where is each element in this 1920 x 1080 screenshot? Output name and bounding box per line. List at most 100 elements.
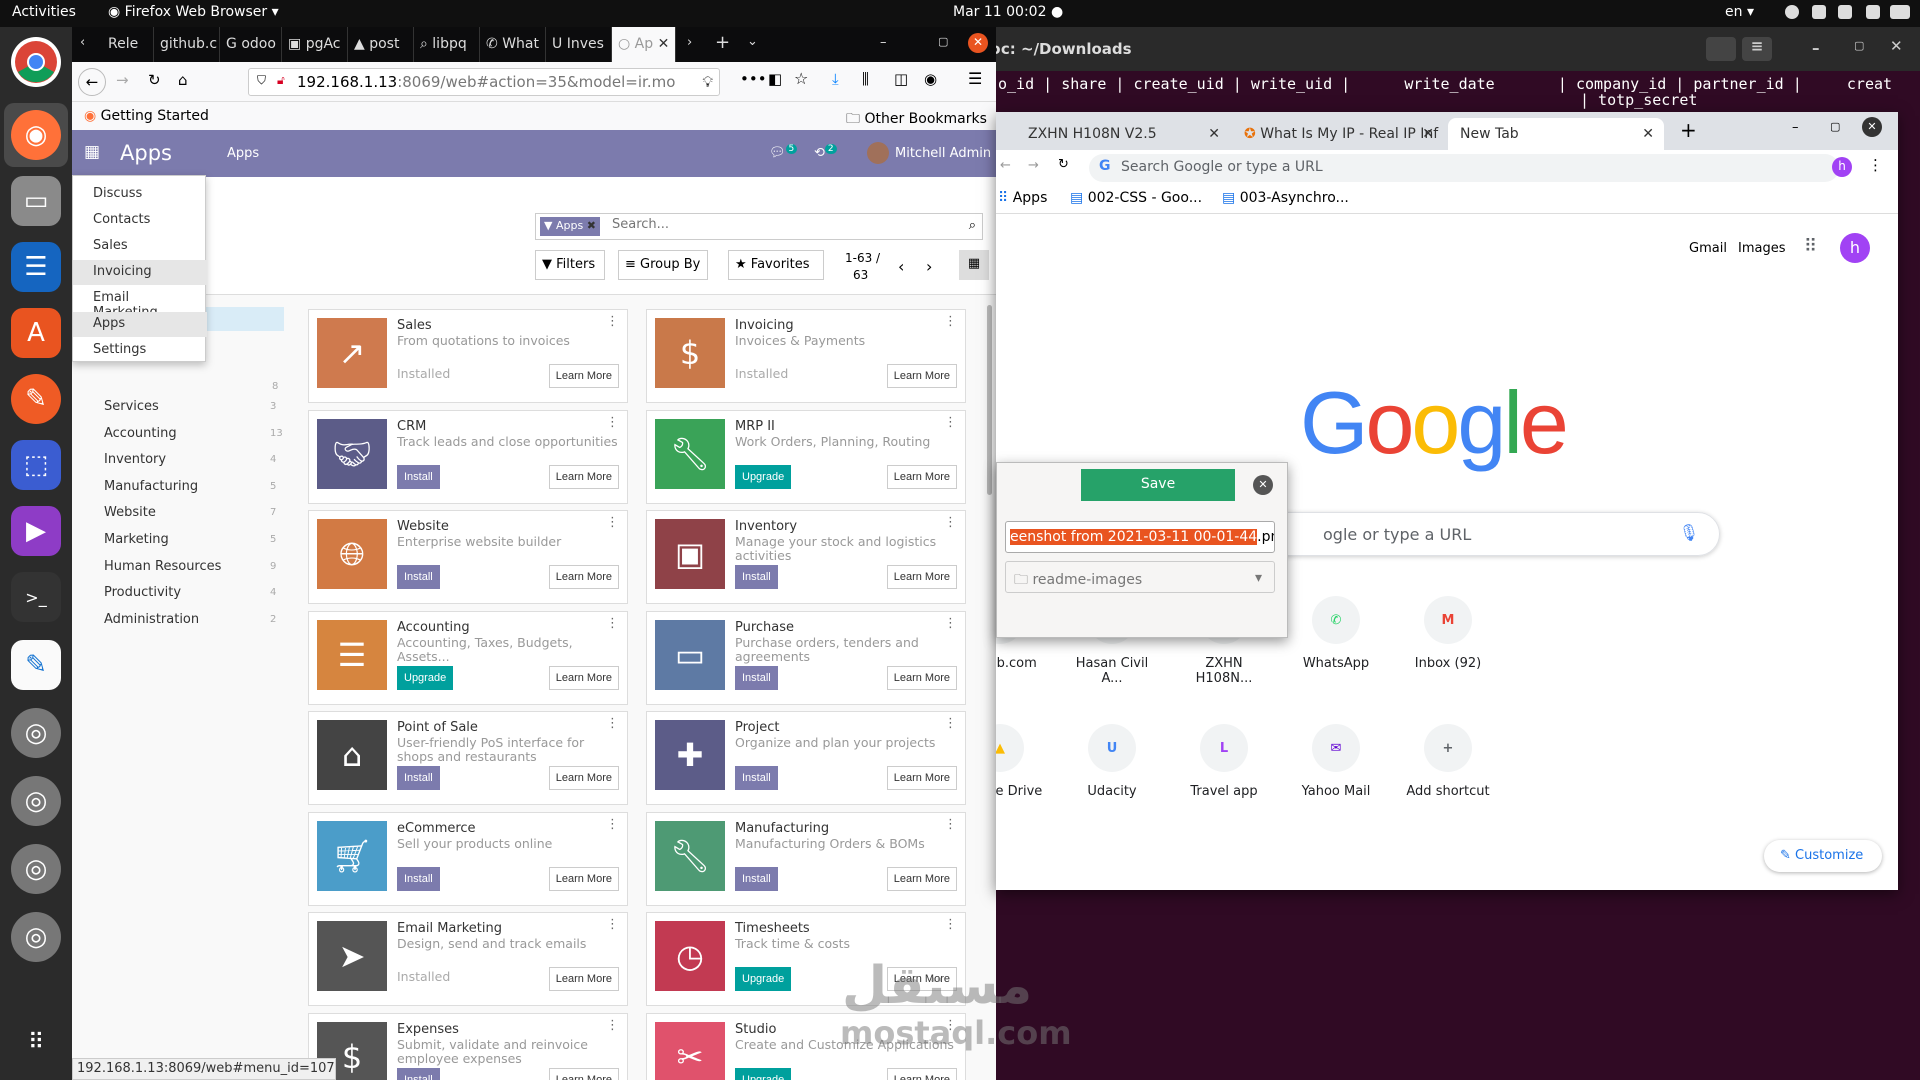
- library-icon[interactable]: ⫼: [862, 70, 869, 88]
- learn-more-button[interactable]: Learn More: [886, 464, 957, 489]
- app-card-email-marketing[interactable]: ➤ Email Marketing Design, send and track e…: [308, 912, 628, 1006]
- omnibox[interactable]: G Search Google or type a URL: [1089, 154, 1839, 182]
- sidebar-item-administration[interactable]: Administration: [104, 612, 199, 627]
- activity-icon[interactable]: ⟲ 2: [814, 144, 837, 160]
- learn-more-button[interactable]: Learn More: [548, 364, 619, 388]
- customize-button[interactable]: ✎ Customize: [1764, 840, 1882, 872]
- text-editor-icon[interactable]: ✎: [11, 640, 61, 690]
- install-button[interactable]: Install: [397, 464, 440, 489]
- list-tabs-icon[interactable]: ⌄: [747, 34, 758, 49]
- search-icon[interactable]: [1706, 37, 1736, 61]
- tabs-scroll-right-icon[interactable]: ›: [687, 35, 692, 50]
- account-icon[interactable]: ◉: [924, 70, 937, 88]
- shortcut-tile[interactable]: + Add shortcut: [1402, 724, 1494, 799]
- gmail-link[interactable]: Gmail: [1689, 241, 1727, 256]
- tab[interactable]: ⌕ libpq: [414, 27, 480, 62]
- shortcut-tile[interactable]: L Travel app: [1178, 724, 1270, 799]
- tab[interactable]: github.c: [154, 27, 220, 62]
- menu-item-settings[interactable]: Settings: [73, 338, 207, 363]
- tab[interactable]: ▣ pgAc: [282, 27, 348, 62]
- activities-button[interactable]: Activities: [12, 4, 76, 20]
- back-icon[interactable]: ←: [1000, 158, 1011, 173]
- group-by-button[interactable]: ≡ Group By: [618, 250, 708, 280]
- vibrate-icon[interactable]: [1838, 5, 1852, 19]
- writer-icon[interactable]: ☰: [11, 242, 61, 292]
- learn-more-button[interactable]: Learn More: [886, 565, 957, 589]
- app-card-sales[interactable]: ↗ Sales From quotations to invoices Install…: [308, 309, 628, 403]
- folder-select[interactable]: 🗀︎ readme-images ▾: [1005, 561, 1275, 593]
- search-input[interactable]: [612, 217, 942, 232]
- disk-icon[interactable]: ◎: [11, 912, 61, 962]
- kebab-menu-icon[interactable]: ⋮: [944, 917, 957, 932]
- close-icon[interactable]: ✕: [1253, 475, 1273, 495]
- kebab-menu-icon[interactable]: ⋮: [944, 415, 957, 430]
- forward-icon[interactable]: →: [116, 71, 129, 89]
- clock[interactable]: Mar 11 00:02 ●: [953, 4, 1063, 20]
- reload-icon[interactable]: ↻: [148, 71, 161, 89]
- scrollbar[interactable]: [987, 305, 992, 495]
- bookmark-getting-started[interactable]: ◉ Getting Started: [84, 108, 209, 124]
- minimize-icon[interactable]: –: [880, 35, 887, 50]
- kanban-view-icon[interactable]: ▦: [959, 250, 989, 280]
- nav-link-apps[interactable]: Apps: [227, 146, 259, 161]
- chrome-icon[interactable]: [11, 37, 61, 87]
- learn-more-button[interactable]: Learn More: [886, 665, 957, 690]
- close-icon[interactable]: ✕: [1890, 37, 1903, 55]
- bookmark-star-icon[interactable]: ☆: [794, 69, 808, 88]
- install-button[interactable]: Install: [735, 866, 778, 891]
- shortcut-tile[interactable]: U Udacity: [1066, 724, 1158, 799]
- minimize-icon[interactable]: –: [1812, 39, 1820, 57]
- save-button[interactable]: Save: [1081, 469, 1235, 501]
- upgrade-button[interactable]: Upgrade: [735, 464, 792, 489]
- postman-icon[interactable]: ✎: [11, 374, 61, 424]
- sidebar-item-productivity[interactable]: Productivity: [104, 585, 181, 600]
- filters-button[interactable]: ▼ Filters: [535, 250, 605, 280]
- bookmark-apps[interactable]: ⠿ Apps: [998, 190, 1047, 206]
- kebab-menu-icon[interactable]: ⋮: [944, 716, 957, 731]
- sidebar-item-manufacturing[interactable]: Manufacturing: [104, 479, 198, 494]
- install-button[interactable]: Install: [397, 766, 440, 790]
- menu-item-sales[interactable]: Sales: [73, 234, 207, 259]
- learn-more-button[interactable]: Learn More: [886, 364, 957, 388]
- insecure-lock-icon[interactable]: 🔓︎: [277, 73, 285, 88]
- app-card-purchase[interactable]: ▭ Purchase Purchase orders, tenders and ag…: [646, 610, 966, 705]
- favorites-button[interactable]: ★ Favorites: [728, 250, 824, 280]
- kebab-menu-icon[interactable]: ⋮: [606, 314, 619, 329]
- close-window-icon[interactable]: ✕: [1862, 117, 1882, 137]
- learn-more-button[interactable]: Learn More: [886, 866, 957, 891]
- bookmark-other[interactable]: 🗀︎ Other Bookmarks: [846, 108, 987, 132]
- search-box[interactable]: ▼ Apps ✖ ⌕: [535, 213, 983, 240]
- filename-input[interactable]: eenshot from 2021-03-11 00-01-44.png: [1005, 521, 1275, 553]
- google-apps-icon[interactable]: ⠿: [1804, 236, 1817, 257]
- close-tab-icon[interactable]: ✕: [658, 36, 670, 52]
- tab[interactable]: Rele: [102, 27, 154, 62]
- back-icon[interactable]: ←: [78, 68, 106, 96]
- video-player-icon[interactable]: ▶: [11, 506, 61, 556]
- maximize-icon[interactable]: ▢: [1854, 39, 1864, 52]
- shortcut-tile[interactable]: ✉ Yahoo Mail: [1290, 724, 1382, 799]
- app-card-invoicing[interactable]: $ Invoicing Invoices & Payments Installed Le…: [646, 309, 966, 403]
- new-tab-icon[interactable]: +: [1680, 118, 1697, 142]
- screenshot-icon[interactable]: ⬚: [11, 440, 61, 490]
- menu-item-apps[interactable]: Apps: [73, 312, 207, 337]
- upgrade-button[interactable]: Upgrade: [397, 665, 454, 690]
- new-tab-icon[interactable]: +: [715, 32, 730, 53]
- wifi-icon[interactable]: [1812, 5, 1826, 19]
- app-card-ecommerce[interactable]: 🛒︎ eCommerce Sell your products online Inst…: [308, 811, 628, 906]
- kebab-menu-icon[interactable]: ⋮: [944, 817, 957, 832]
- kebab-menu-icon[interactable]: ⋮: [606, 515, 619, 530]
- tab-active[interactable]: New Tab ✕: [1448, 118, 1664, 150]
- app-card-accounting[interactable]: ☰ Accounting Accounting, Taxes, Budgets, A…: [308, 610, 628, 705]
- kebab-menu-icon[interactable]: ⋮: [944, 616, 957, 631]
- pager-value[interactable]: 1-63 /: [845, 251, 880, 265]
- volume-icon[interactable]: [1866, 5, 1880, 19]
- app-card-crm[interactable]: 🤝︎ CRM Track leads and close opportunities…: [308, 409, 628, 504]
- sidebar-item-services[interactable]: Services: [104, 399, 159, 414]
- terminal-icon[interactable]: >_: [11, 572, 61, 622]
- hamburger-menu-icon[interactable]: ☰: [968, 69, 982, 88]
- images-link[interactable]: Images: [1738, 241, 1786, 256]
- menu-item-contacts[interactable]: Contacts: [73, 208, 207, 233]
- install-button[interactable]: Install: [397, 565, 440, 589]
- download-icon[interactable]: ⤓: [832, 70, 839, 88]
- menu-item-invoicing[interactable]: Invoicing: [73, 260, 207, 285]
